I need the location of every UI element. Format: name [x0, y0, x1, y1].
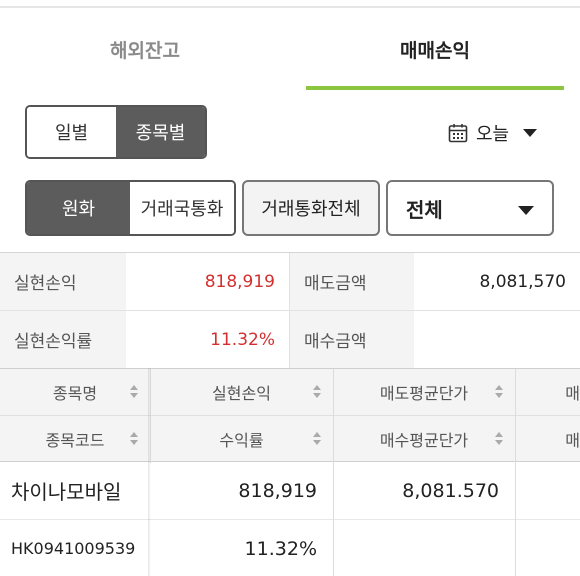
currency-local-button[interactable]: 거래국통화 [130, 182, 234, 234]
column-divider [333, 369, 334, 463]
sort-icon [130, 432, 138, 446]
buy-amount-label: 매수금액 [290, 311, 414, 368]
realized-rate-value: 11.32% [126, 311, 290, 368]
table-row[interactable]: 차이나모바일 818,919 8,081.570 [0, 462, 580, 520]
sell-avg-price-cell: 8,081.570 [402, 479, 499, 502]
header-return-rate[interactable]: 수익률 [150, 416, 333, 462]
date-selector-label: 오늘 [476, 124, 510, 145]
header-label: 매 [565, 431, 580, 450]
header-label: 종목명 [52, 384, 98, 403]
date-selector[interactable]: 오늘 [448, 115, 538, 151]
header-stock-code[interactable]: 종목코드 [0, 416, 150, 462]
table-row[interactable]: HK0941009539 11.32% [0, 520, 580, 576]
realized-pnl-label: 실현손익 [0, 253, 126, 310]
sort-icon [495, 385, 503, 399]
stock-name-cell: 차이나모바일 [11, 480, 122, 504]
buy-avg-price-cell [333, 520, 515, 576]
header-label: 매수평균단가 [379, 431, 469, 450]
sort-icon [130, 385, 138, 399]
all-trading-currency-button[interactable]: 거래통화전체 [242, 180, 380, 236]
summary-table: 실현손익 818,919 매도금액 8,081,570 실현손익률 11.32%… [0, 252, 580, 369]
header-label: 실현손익 [212, 384, 271, 403]
tab-overseas-balance[interactable]: 해외잔고 [0, 8, 290, 90]
stock-code-cell: HK0941009539 [11, 539, 136, 558]
return-rate-cell: 11.32% [244, 537, 317, 560]
tab-trading-pnl[interactable]: 매매손익 [306, 8, 564, 90]
header-label: 수익률 [219, 431, 264, 450]
grid-header-row: 종목명 실현손익 매도평균단가 매 [0, 369, 580, 416]
sell-amount-label: 매도금액 [290, 253, 414, 310]
header-buy-avg-price[interactable]: 매수평균단가 [333, 416, 515, 462]
calendar-icon [448, 124, 468, 143]
filter-select-value: 전체 [406, 197, 443, 222]
sort-icon [495, 432, 503, 446]
grid-header: 종목명 실현손익 매도평균단가 매 종목코드 수익률 매수평균단가 매 [0, 368, 580, 463]
header-next-column[interactable]: 매 [515, 369, 580, 415]
sell-amount-value: 8,081,570 [479, 271, 566, 292]
header-label: 매도평균단가 [379, 384, 469, 403]
chevron-down-icon [523, 129, 538, 137]
header-stock-name[interactable]: 종목명 [0, 369, 150, 415]
grid-body: 차이나모바일 818,919 8,081.570 HK0941009539 11… [0, 462, 580, 576]
summary-row: 실현손익률 11.32% 매수금액 [0, 311, 580, 369]
realized-pnl-value: 818,919 [126, 253, 290, 310]
sort-icon [313, 432, 321, 446]
main-tabs: 해외잔고 매매손익 [0, 8, 580, 90]
sort-icon [313, 385, 321, 399]
column-divider [515, 462, 516, 576]
currency-toggle: 원화 거래국통화 [25, 180, 236, 236]
grid-header-row: 종목코드 수익률 매수평균단가 매 [0, 416, 580, 463]
column-divider [515, 369, 516, 463]
period-toggle: 일별 종목별 [25, 105, 207, 159]
summary-row: 실현손익 818,919 매도금액 8,081,570 [0, 253, 580, 311]
header-next-column[interactable]: 매 [515, 416, 580, 462]
header-sell-avg-price[interactable]: 매도평균단가 [333, 369, 515, 415]
header-label: 종목코드 [45, 431, 105, 450]
realized-pnl-cell: 818,919 [238, 479, 317, 502]
realized-rate-label: 실현손익률 [0, 311, 126, 368]
column-divider [333, 462, 334, 576]
chevron-down-icon [518, 206, 534, 215]
period-daily-button[interactable]: 일별 [27, 107, 116, 157]
fixed-column-shadow [148, 368, 151, 576]
period-by-stock-button[interactable]: 종목별 [116, 107, 205, 157]
buy-amount-value [414, 311, 580, 368]
filter-select[interactable]: 전체 [386, 180, 554, 236]
currency-krw-button[interactable]: 원화 [27, 182, 130, 234]
header-label: 매 [565, 384, 580, 403]
active-tab-indicator [306, 86, 564, 90]
header-realized-pnl[interactable]: 실현손익 [150, 369, 333, 415]
